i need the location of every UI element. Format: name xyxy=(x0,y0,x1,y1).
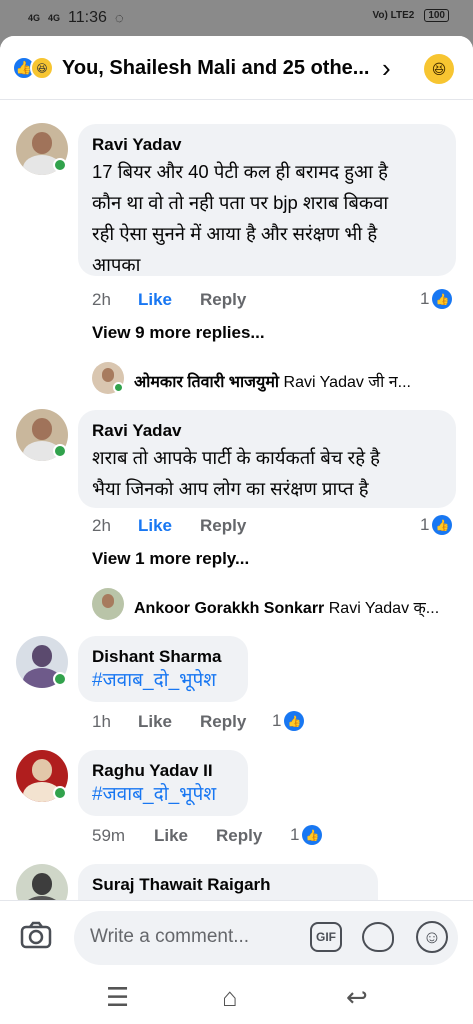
comment-actions: 59m Like Reply xyxy=(92,826,262,846)
comment-bubble[interactable]: Ravi Yadav 17 बियर और 40 पेटी कल ही बराम… xyxy=(78,124,456,276)
reactions-header[interactable]: 👍 😆 You, Shailesh Mali and 25 othe... › … xyxy=(0,36,473,100)
emoji-icon[interactable]: ☺ xyxy=(416,921,448,953)
like-count[interactable]: 1 👍 xyxy=(290,825,323,845)
reply-author: Ankoor Gorakkh Sonkarr xyxy=(134,600,325,617)
back-icon[interactable]: ↩ xyxy=(346,982,368,1013)
comment-input[interactable]: Write a comment... GIF ☺ xyxy=(74,911,458,965)
like-button[interactable]: Like xyxy=(138,290,200,310)
hashtag-link[interactable]: #जवाब_दो_भूपेश xyxy=(92,668,234,694)
online-indicator xyxy=(53,444,67,458)
like-count-number: 1 xyxy=(272,711,282,730)
home-icon[interactable]: ⌂ xyxy=(222,982,238,1013)
like-icon: 👍 xyxy=(302,825,323,845)
comment-actions: 1h Like Reply xyxy=(92,712,246,732)
like-count[interactable]: 1 👍 xyxy=(272,711,305,731)
comment-author[interactable]: Ravi Yadav xyxy=(92,134,442,156)
online-indicator xyxy=(113,382,124,393)
comment-bubble[interactable]: Raghu Yadav II #जवाब_दो_भूपेश xyxy=(78,750,248,816)
reply-button[interactable]: Reply xyxy=(200,712,246,732)
view-more-replies[interactable]: View 1 more reply... xyxy=(92,549,249,569)
comment-text-line: कौन था वो तो नही पता पर bjp शराब बिकवा xyxy=(92,192,389,213)
like-button[interactable]: Like xyxy=(138,712,200,732)
reply-text: Ravi Yadav जी न... xyxy=(283,374,411,391)
camera-icon[interactable] xyxy=(20,921,52,949)
comment-author[interactable]: Raghu Yadav II xyxy=(92,760,234,782)
system-nav-bar: ☰ ⌂ ↩ xyxy=(0,972,473,1024)
haha-react-button[interactable]: 😆 xyxy=(424,54,454,84)
signal-indicator-1: 4G xyxy=(28,13,41,23)
comment-author[interactable]: Ravi Yadav xyxy=(92,420,442,442)
comment-text-line: रही ऐसा सुनने में आया है और सरंक्षण भी ह… xyxy=(92,223,378,244)
reply-preview[interactable]: ओमकार तिवारी भाजयुमो Ravi Yadav जी न... xyxy=(134,370,454,392)
comment-text-line: शराब तो आपके पार्टी के कार्यकर्ता बेच रह… xyxy=(92,447,381,468)
comment-author[interactable]: Dishant Sharma xyxy=(92,646,234,668)
clock: 11:36 xyxy=(68,9,107,26)
menu-icon[interactable]: ☰ xyxy=(106,982,129,1013)
message-icon: ◌ xyxy=(114,9,124,27)
comment-text-line: आपका xyxy=(92,254,141,275)
chevron-right-icon[interactable]: › xyxy=(382,53,391,84)
reply-text: Ravi Yadav क्... xyxy=(328,600,440,617)
online-indicator xyxy=(53,672,67,686)
reaction-icons: 👍 😆 xyxy=(12,56,54,80)
comment-time: 2h xyxy=(92,516,111,535)
comment-text-line: भैया जिनको आप लोग का सरंक्षण प्राप्त है xyxy=(92,478,369,499)
signal-indicator-2: 4G xyxy=(48,13,61,23)
comment-placeholder: Write a comment... xyxy=(90,926,250,947)
reactions-summary[interactable]: You, Shailesh Mali and 25 othe... xyxy=(62,57,369,80)
reply-button[interactable]: Reply xyxy=(200,290,246,310)
comment-author[interactable]: Suraj Thawait Raigarh xyxy=(92,874,364,896)
gif-button[interactable]: GIF xyxy=(310,922,342,952)
like-button[interactable]: Like xyxy=(138,516,200,536)
comment-actions: 2h Like Reply xyxy=(92,516,246,536)
online-indicator xyxy=(53,786,67,800)
comment-time: 59m xyxy=(92,826,126,845)
like-count[interactable]: 1 👍 xyxy=(420,289,453,309)
like-count[interactable]: 1 👍 xyxy=(420,515,453,535)
like-count-number: 1 xyxy=(290,825,300,844)
comment-time: 2h xyxy=(92,290,111,309)
like-count-number: 1 xyxy=(420,515,430,534)
online-indicator xyxy=(53,158,67,172)
view-more-replies[interactable]: View 9 more replies... xyxy=(92,323,265,343)
comments-sheet: 👍 😆 You, Shailesh Mali and 25 othe... › … xyxy=(0,36,473,1024)
reply-avatar[interactable] xyxy=(92,588,124,620)
reply-button[interactable]: Reply xyxy=(200,516,246,536)
like-count-number: 1 xyxy=(420,289,430,308)
comment-bubble[interactable]: Dishant Sharma #जवाब_दो_भूपेश xyxy=(78,636,248,702)
hashtag-link[interactable]: #जवाब_दो_भूपेश xyxy=(92,782,234,808)
like-icon: 👍 xyxy=(284,711,305,731)
comment-time: 1h xyxy=(92,712,111,731)
reply-preview[interactable]: Ankoor Gorakkh Sonkarr Ravi Yadav क्... xyxy=(134,596,454,618)
comment-actions: 2h Like Reply xyxy=(92,290,246,310)
reply-author: ओमकार तिवारी भाजयुमो xyxy=(134,374,280,391)
like-button[interactable]: Like xyxy=(154,826,216,846)
comment-text-line: 17 बियर और 40 पेटी कल ही बरामद हुआ है xyxy=(92,161,388,182)
haha-reaction-icon: 😆 xyxy=(30,56,54,80)
battery-indicator: 100 xyxy=(424,9,449,22)
like-icon: 👍 xyxy=(432,289,453,309)
sticker-icon[interactable] xyxy=(362,922,394,952)
comment-composer: Write a comment... GIF ☺ xyxy=(0,900,473,972)
network-indicator: Vo) LTE2 xyxy=(372,10,415,21)
reply-button[interactable]: Reply xyxy=(216,826,262,846)
like-icon: 👍 xyxy=(432,515,453,535)
comment-bubble[interactable]: Ravi Yadav शराब तो आपके पार्टी के कार्यक… xyxy=(78,410,456,508)
status-bar: 4G 4G 11:36 ◌ Vo) LTE2 100 xyxy=(0,0,473,36)
